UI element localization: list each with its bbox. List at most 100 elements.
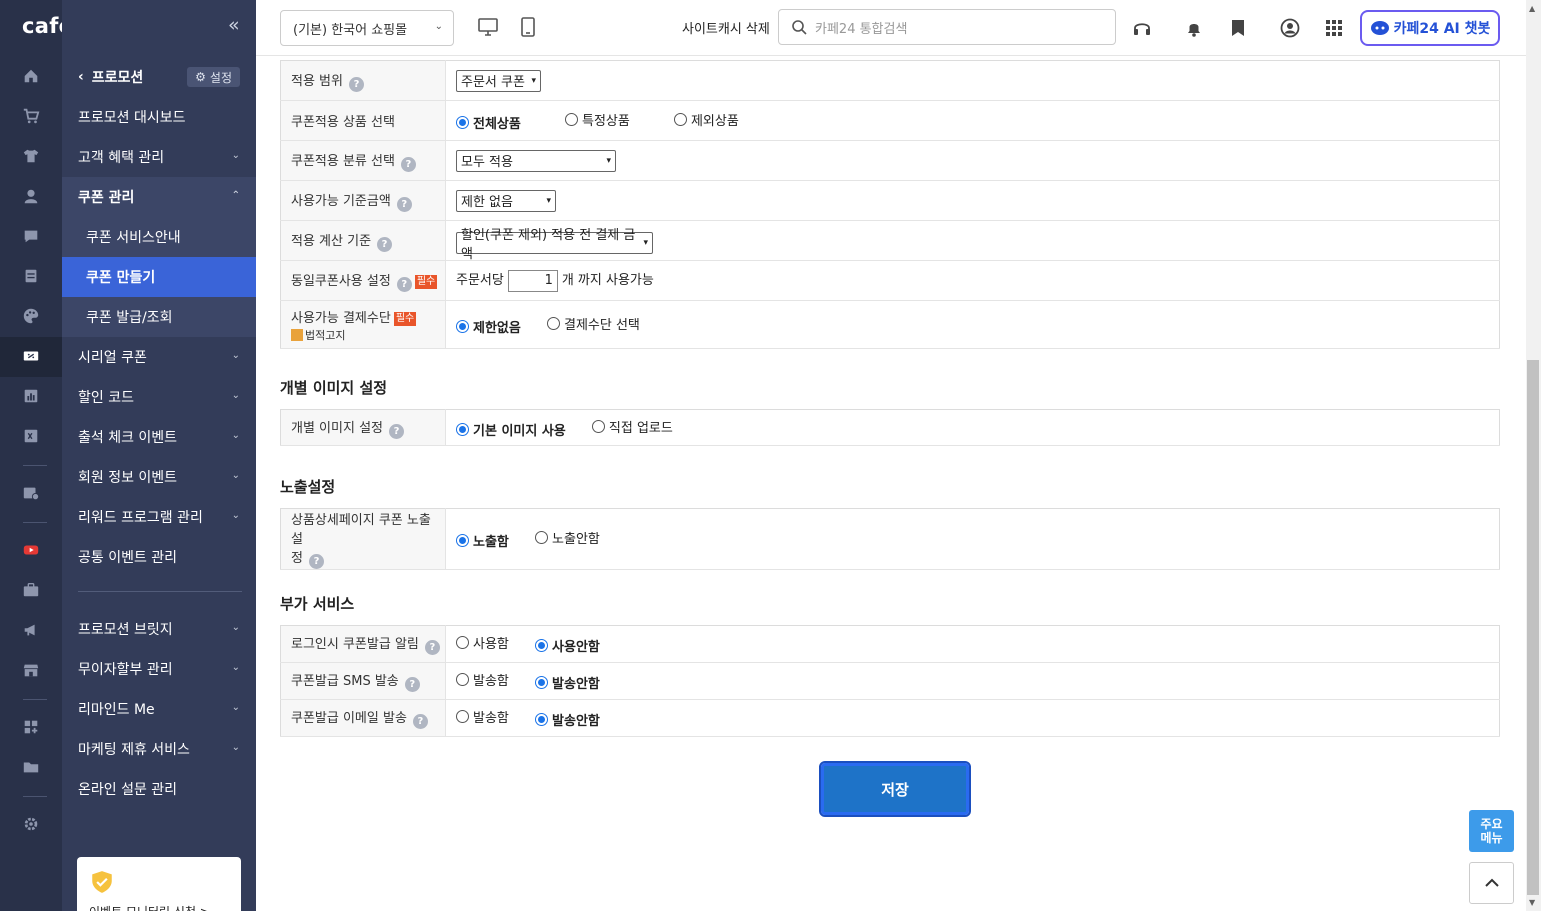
- back-chevron-icon[interactable]: ‹: [78, 69, 84, 85]
- youtube-icon[interactable]: [18, 537, 44, 563]
- home-icon[interactable]: [18, 63, 44, 89]
- briefcase-icon[interactable]: [18, 577, 44, 603]
- menu-reward-program[interactable]: 리워드 프로그램 관리 ⌄: [62, 497, 256, 537]
- row-label-text: 적용 범위: [291, 73, 343, 89]
- site-cache-clear-link[interactable]: 사이트캐시 삭제: [682, 18, 770, 37]
- radio-label: 발송함: [473, 711, 509, 726]
- per-order-prefix: 주문서당: [456, 273, 504, 289]
- radio-circle: [535, 713, 549, 726]
- row-label-text: 적용 계산 기준: [291, 233, 372, 249]
- gear-icon[interactable]: [18, 811, 44, 837]
- menu-serial-coupon[interactable]: 시리얼 쿠폰 ⌄: [62, 337, 256, 377]
- menu-discount-code[interactable]: 할인 코드 ⌄: [62, 377, 256, 417]
- menu-member-info-event[interactable]: 회원 정보 이벤트 ⌄: [62, 457, 256, 497]
- radio-select-payment[interactable]: 결제수단 선택: [546, 314, 640, 333]
- stats-icon[interactable]: [18, 383, 44, 409]
- radio-sms-send[interactable]: 발송함: [456, 670, 509, 689]
- save-button[interactable]: 저장: [819, 761, 971, 817]
- menu-marketing-partner[interactable]: 마케팅 제휴 서비스 ⌄: [62, 729, 256, 769]
- apps-add-icon[interactable]: [18, 714, 44, 740]
- scroll-up-arrow-icon[interactable]: ▲: [1529, 4, 1535, 13]
- shop-select[interactable]: (기본) 한국어 쇼핑몰 ⌄: [280, 10, 454, 46]
- promotion-icon[interactable]: [18, 343, 44, 369]
- menu-common-event[interactable]: 공통 이벤트 관리: [62, 537, 256, 577]
- menu-online-survey[interactable]: 온라인 설문 관리: [62, 769, 256, 809]
- help-icon[interactable]: ?: [308, 554, 324, 569]
- folder-icon[interactable]: [18, 754, 44, 780]
- menu-customer-benefit[interactable]: 고객 혜택 관리 ⌄: [62, 137, 256, 177]
- radio-show[interactable]: 노출함: [456, 531, 509, 550]
- desktop-view-icon[interactable]: [477, 16, 499, 38]
- panel-settings-button[interactable]: ⚙ 설정: [187, 67, 240, 87]
- radio-all-products[interactable]: 전체상품: [456, 113, 521, 132]
- help-icon[interactable]: ?: [348, 76, 364, 92]
- board-icon[interactable]: [18, 263, 44, 289]
- monitoring-card[interactable]: 이벤트 모니터링 신청 >: [77, 857, 241, 911]
- account-icon[interactable]: [1279, 17, 1301, 39]
- scroll-top-button[interactable]: [1469, 862, 1514, 904]
- palette-icon[interactable]: [18, 303, 44, 329]
- scroll-down-arrow-icon[interactable]: ▼: [1529, 898, 1535, 907]
- headset-icon[interactable]: [1131, 17, 1153, 39]
- row-label-text: 로그인시 쿠폰발급 알림: [291, 637, 419, 652]
- radio-specific-products[interactable]: 특정상품: [564, 110, 630, 129]
- coupon-count-input[interactable]: 1: [507, 269, 558, 292]
- radio-circle: [456, 319, 469, 333]
- main-menu-float-button[interactable]: 주요 메뉴: [1469, 810, 1514, 852]
- menu-promotion-dashboard[interactable]: 프로모션 대시보드: [62, 97, 256, 137]
- submenu-label: 쿠폰 서비스안내: [86, 230, 181, 246]
- scrollbar-thumb[interactable]: [1527, 360, 1539, 895]
- chevron-down-icon: ⌄: [434, 21, 443, 32]
- legal-notice-link[interactable]: 법적고지: [291, 327, 445, 343]
- radio-excluded-products[interactable]: 제외상품: [673, 110, 739, 129]
- collapse-sidebar-icon[interactable]: «: [228, 14, 240, 36]
- min-amount-select[interactable]: 제한 없음 ▾: [456, 189, 556, 212]
- radio-email-send[interactable]: 발송함: [456, 707, 509, 726]
- radio-default-image[interactable]: 기본 이미지 사용: [456, 420, 566, 439]
- store-settings-icon[interactable]: [18, 480, 44, 506]
- mobile-view-icon[interactable]: [517, 16, 539, 38]
- submenu-coupon-service-guide[interactable]: 쿠폰 서비스안내: [62, 217, 256, 257]
- bell-icon[interactable]: [1183, 17, 1205, 39]
- radio-upload-image[interactable]: 직접 업로드: [591, 417, 673, 436]
- chat-icon[interactable]: [18, 223, 44, 249]
- help-icon[interactable]: ?: [404, 677, 420, 692]
- help-icon[interactable]: ?: [396, 196, 412, 212]
- calc-basis-select[interactable]: 할인(쿠폰 제외) 적용 전 결제 금액 ▾: [456, 228, 653, 262]
- radio-email-nosend[interactable]: 발송안함: [535, 710, 600, 729]
- shop-icon[interactable]: [18, 657, 44, 683]
- panel-header[interactable]: ‹ 프로모션 ⚙ 설정: [62, 57, 256, 97]
- category-select[interactable]: 모두 적용 ▾: [456, 149, 616, 172]
- megaphone-icon[interactable]: [18, 617, 44, 643]
- menu-interest-free[interactable]: 무이자할부 관리 ⌄: [62, 649, 256, 689]
- shirt-icon[interactable]: [18, 143, 44, 169]
- menu-promotion-bridge[interactable]: 프로모션 브릿지 ⌄: [62, 609, 256, 649]
- radio-sms-nosend[interactable]: 발송안함: [535, 673, 600, 692]
- radio-label: 기본 이미지 사용: [473, 423, 566, 439]
- radio-no-limit[interactable]: 제한없음: [456, 317, 521, 336]
- radio-circle: [564, 112, 578, 126]
- ai-chatbot-button[interactable]: 카페24 AI 챗봇: [1360, 10, 1500, 46]
- menu-attendance-event[interactable]: 출석 체크 이벤트 ⌄: [62, 417, 256, 457]
- help-icon[interactable]: ?: [424, 640, 440, 655]
- cart-icon[interactable]: [18, 103, 44, 129]
- help-icon[interactable]: ?: [389, 423, 404, 439]
- excel-icon[interactable]: [18, 423, 44, 449]
- radio-login-alert-use[interactable]: 사용함: [456, 633, 509, 652]
- user-icon[interactable]: [18, 183, 44, 209]
- radio-circle: [591, 419, 605, 433]
- submenu-coupon-issue[interactable]: 쿠폰 발급/조회: [62, 297, 256, 337]
- search-input[interactable]: 카페24 통합검색: [778, 9, 1116, 45]
- help-icon[interactable]: ?: [377, 236, 393, 252]
- apply-scope-select[interactable]: 주문서 쿠폰 ▾: [456, 69, 541, 92]
- apps-grid-icon[interactable]: [1323, 17, 1345, 39]
- help-icon[interactable]: ?: [396, 276, 412, 292]
- help-icon[interactable]: ?: [400, 156, 416, 172]
- radio-hide[interactable]: 노출안함: [535, 528, 600, 547]
- menu-remind-me[interactable]: 리마인드 Me ⌄: [62, 689, 256, 729]
- menu-coupon-management[interactable]: 쿠폰 관리 ⌃: [62, 177, 256, 217]
- help-icon[interactable]: ?: [412, 714, 428, 729]
- bookmark-icon[interactable]: [1227, 17, 1249, 39]
- radio-login-alert-nouse[interactable]: 사용안함: [535, 636, 600, 655]
- submenu-coupon-create[interactable]: 쿠폰 만들기: [62, 257, 256, 297]
